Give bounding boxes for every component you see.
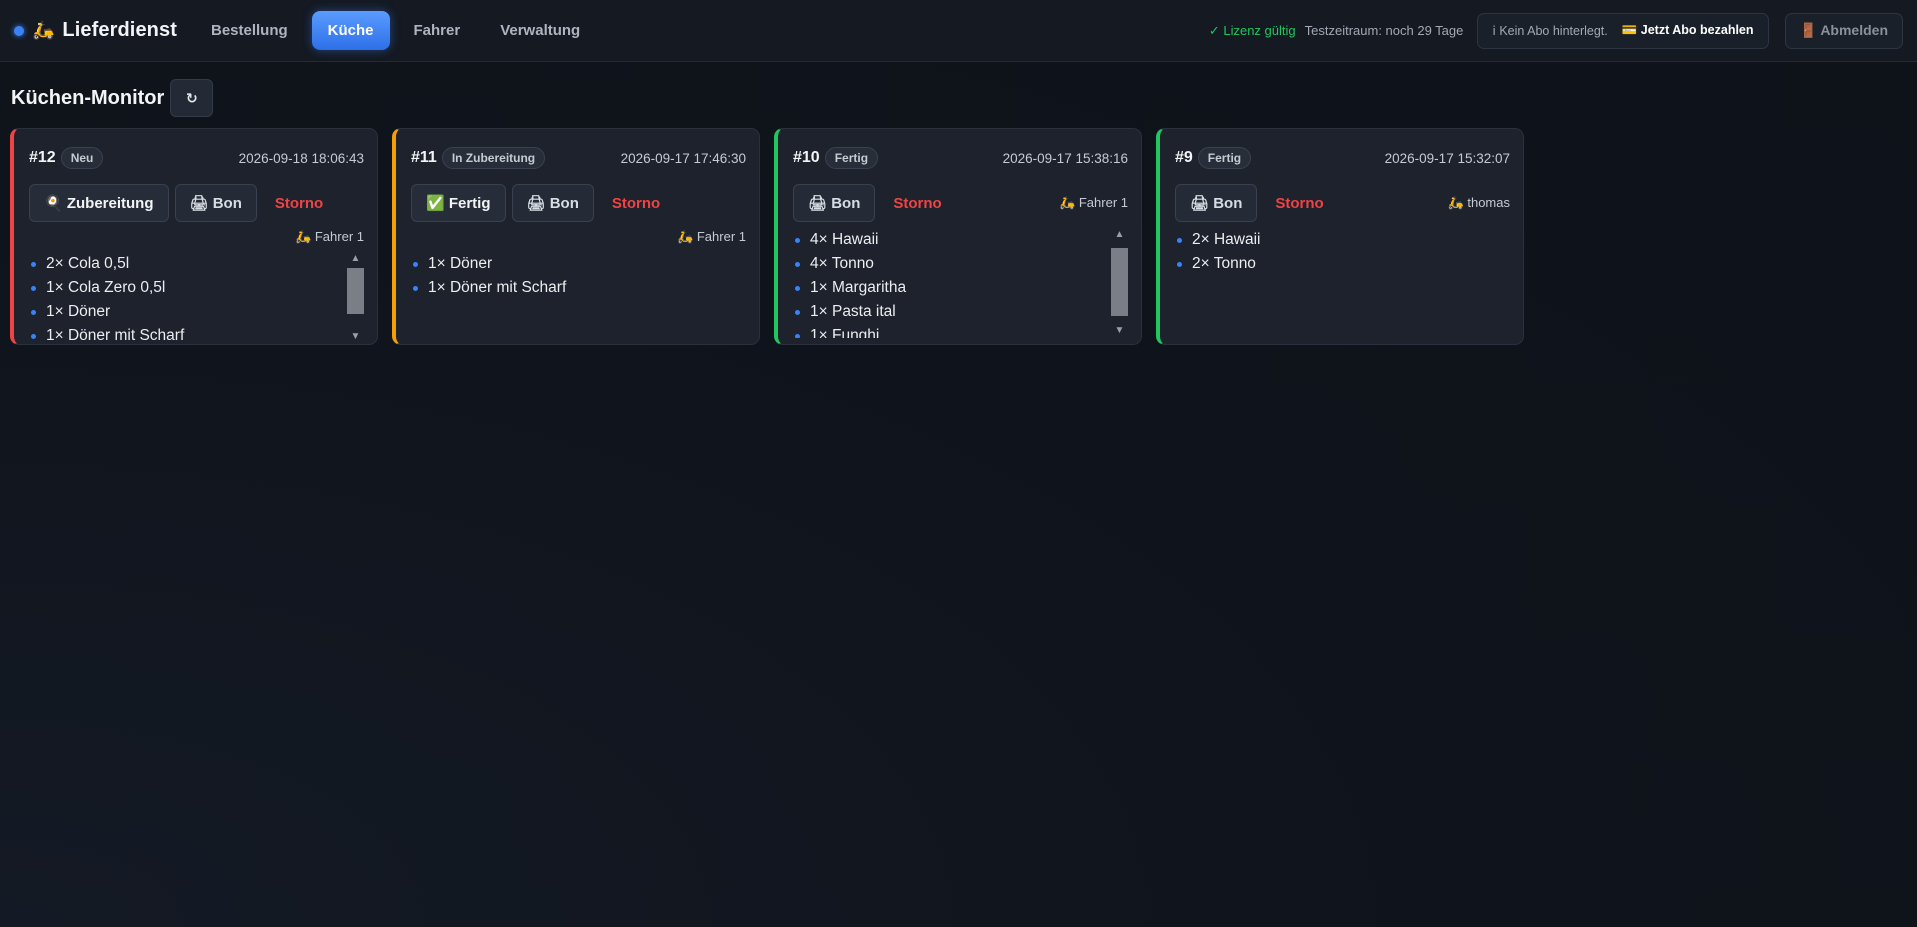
driver-label: 🛵 Fahrer 1 [677,229,746,244]
scroll-thumb[interactable] [347,268,364,314]
bullet-icon [1177,261,1182,267]
license-valid-text: ✓ Lizenz gültig [1208,22,1296,38]
list-item: 1× Margaritha [795,276,1128,300]
chevron-up-icon[interactable]: ▲ [347,252,364,266]
order-card: #12 Neu 2026-09-18 18:06:43 🍳 Zubereitun… [10,128,378,345]
status-badge: Fertig [1197,147,1252,169]
order-timestamp: 2026-09-17 15:32:07 [1384,150,1510,166]
chevron-up-icon[interactable]: ▲ [1111,228,1128,242]
storno-button[interactable]: Storno [881,195,953,212]
refresh-icon: ↻ [185,89,198,106]
items-scrollbar[interactable]: ▲ ▼ [347,252,364,344]
list-item: 1× Döner [413,252,746,276]
list-item: 1× Döner mit Scharf [413,276,746,300]
order-card: #9 Fertig 2026-09-17 15:32:07 🖨 Bon Stor… [1156,128,1524,345]
print-bon-button[interactable]: 🖨 Bon [793,184,876,222]
order-number: #9 [1175,149,1193,166]
bullet-icon [795,309,800,315]
driver-label: 🛵 Fahrer 1 [1059,195,1128,210]
pay-subscription-button[interactable]: 💳 Jetzt Abo bezahlen [1622,23,1754,38]
tab-bestellung[interactable]: Bestellung [195,11,304,50]
brand[interactable]: 🛵 Lieferdienst [14,19,177,42]
order-timestamp: 2026-09-18 18:06:43 [238,150,364,166]
bullet-icon [795,333,800,338]
order-items: 4× Hawaii 4× Tonno 1× Margaritha 1× Past… [793,228,1128,338]
chevron-down-icon[interactable]: ▼ [1111,324,1128,338]
print-bon-button[interactable]: 🖨 Bon [511,184,594,222]
page-header: Küchen-Monitor ↻ [0,62,1917,117]
list-item: 2× Tonno [1177,252,1510,276]
page-title: Küchen-Monitor [11,86,165,109]
bullet-icon [413,285,418,291]
tab-fahrer[interactable]: Fahrer [398,11,477,50]
chevron-down-icon[interactable]: ▼ [347,330,364,344]
bullet-icon [31,333,36,339]
list-item: 2× Hawaii [1177,228,1510,252]
main-nav: Bestellung Küche Fahrer Verwaltung [195,11,596,50]
bullet-icon [31,285,36,291]
order-timestamp: 2026-09-17 17:46:30 [620,150,746,166]
status-badge: Fertig [824,147,879,169]
bullet-icon [795,285,800,291]
bullet-icon [1177,237,1182,243]
list-item: 4× Hawaii [795,228,1128,252]
bullet-icon [795,237,800,243]
tab-kueche[interactable]: Küche [311,11,390,50]
list-item: 1× Funghi [795,324,1128,338]
order-card: #11 In Zubereitung 2026-09-17 17:46:30 ✅… [392,128,760,345]
scroll-thumb[interactable] [1111,248,1128,316]
list-item: 2× Cola 0,5l [31,252,364,276]
tab-verwaltung[interactable]: Verwaltung [484,11,596,50]
list-item: 1× Döner [31,300,364,324]
license-status: ✓ Lizenz gültig Testzeitraum: noch 29 Ta… [1209,23,1464,39]
print-bon-button[interactable]: 🖨 Bon [174,184,257,222]
app-title: Lieferdienst [62,19,177,41]
order-items: 1× Döner 1× Döner mit Scharf [411,252,746,344]
subscription-info: ⅰ Kein Abo hinterlegt. [1492,24,1608,38]
bullet-icon [31,309,36,315]
order-card: #10 Fertig 2026-09-17 15:38:16 🖨 Bon Sto… [774,128,1142,345]
print-bon-button[interactable]: 🖨 Bon [1175,184,1258,222]
top-bar: 🛵 Lieferdienst Bestellung Küche Fahrer V… [0,0,1917,62]
order-cards: #12 Neu 2026-09-18 18:06:43 🍳 Zubereitun… [0,117,1917,345]
mark-done-button[interactable]: ✅ Fertig [411,184,506,222]
status-dot-icon [14,25,24,36]
storno-button[interactable]: Storno [263,195,335,212]
trial-text: Testzeitraum: noch 29 Tage [1304,23,1464,38]
status-badge: In Zubereitung [441,147,546,169]
order-number: #10 [793,149,820,166]
storno-button[interactable]: Storno [600,195,672,212]
logout-button[interactable]: 🚪 Abmelden [1784,12,1903,49]
bullet-icon [413,261,418,267]
scooter-icon: 🛵 [32,20,55,40]
items-scrollbar[interactable]: ▲ ▼ [1111,228,1128,338]
order-number: #12 [29,149,56,166]
list-item: 4× Tonno [795,252,1128,276]
storno-button[interactable]: Storno [1263,195,1335,212]
refresh-button[interactable]: ↻ [170,79,214,117]
start-preparation-button[interactable]: 🍳 Zubereitung [29,184,169,222]
driver-label: 🛵 Fahrer 1 [295,229,364,244]
status-badge: Neu [60,147,104,169]
subscription-box: ⅰ Kein Abo hinterlegt. 💳 Jetzt Abo bezah… [1477,12,1769,49]
order-number: #11 [411,149,437,166]
order-items: 2× Cola 0,5l 1× Cola Zero 0,5l 1× Döner … [29,252,364,344]
list-item: 1× Cola Zero 0,5l [31,276,364,300]
bullet-icon [795,261,800,267]
driver-label: 🛵 thomas [1447,195,1510,210]
bullet-icon [31,261,36,267]
list-item: 1× Pasta ital [795,300,1128,324]
order-timestamp: 2026-09-17 15:38:16 [1002,150,1128,166]
list-item: 1× Döner mit Scharf [31,324,364,344]
order-items: 2× Hawaii 2× Tonno [1175,228,1510,338]
